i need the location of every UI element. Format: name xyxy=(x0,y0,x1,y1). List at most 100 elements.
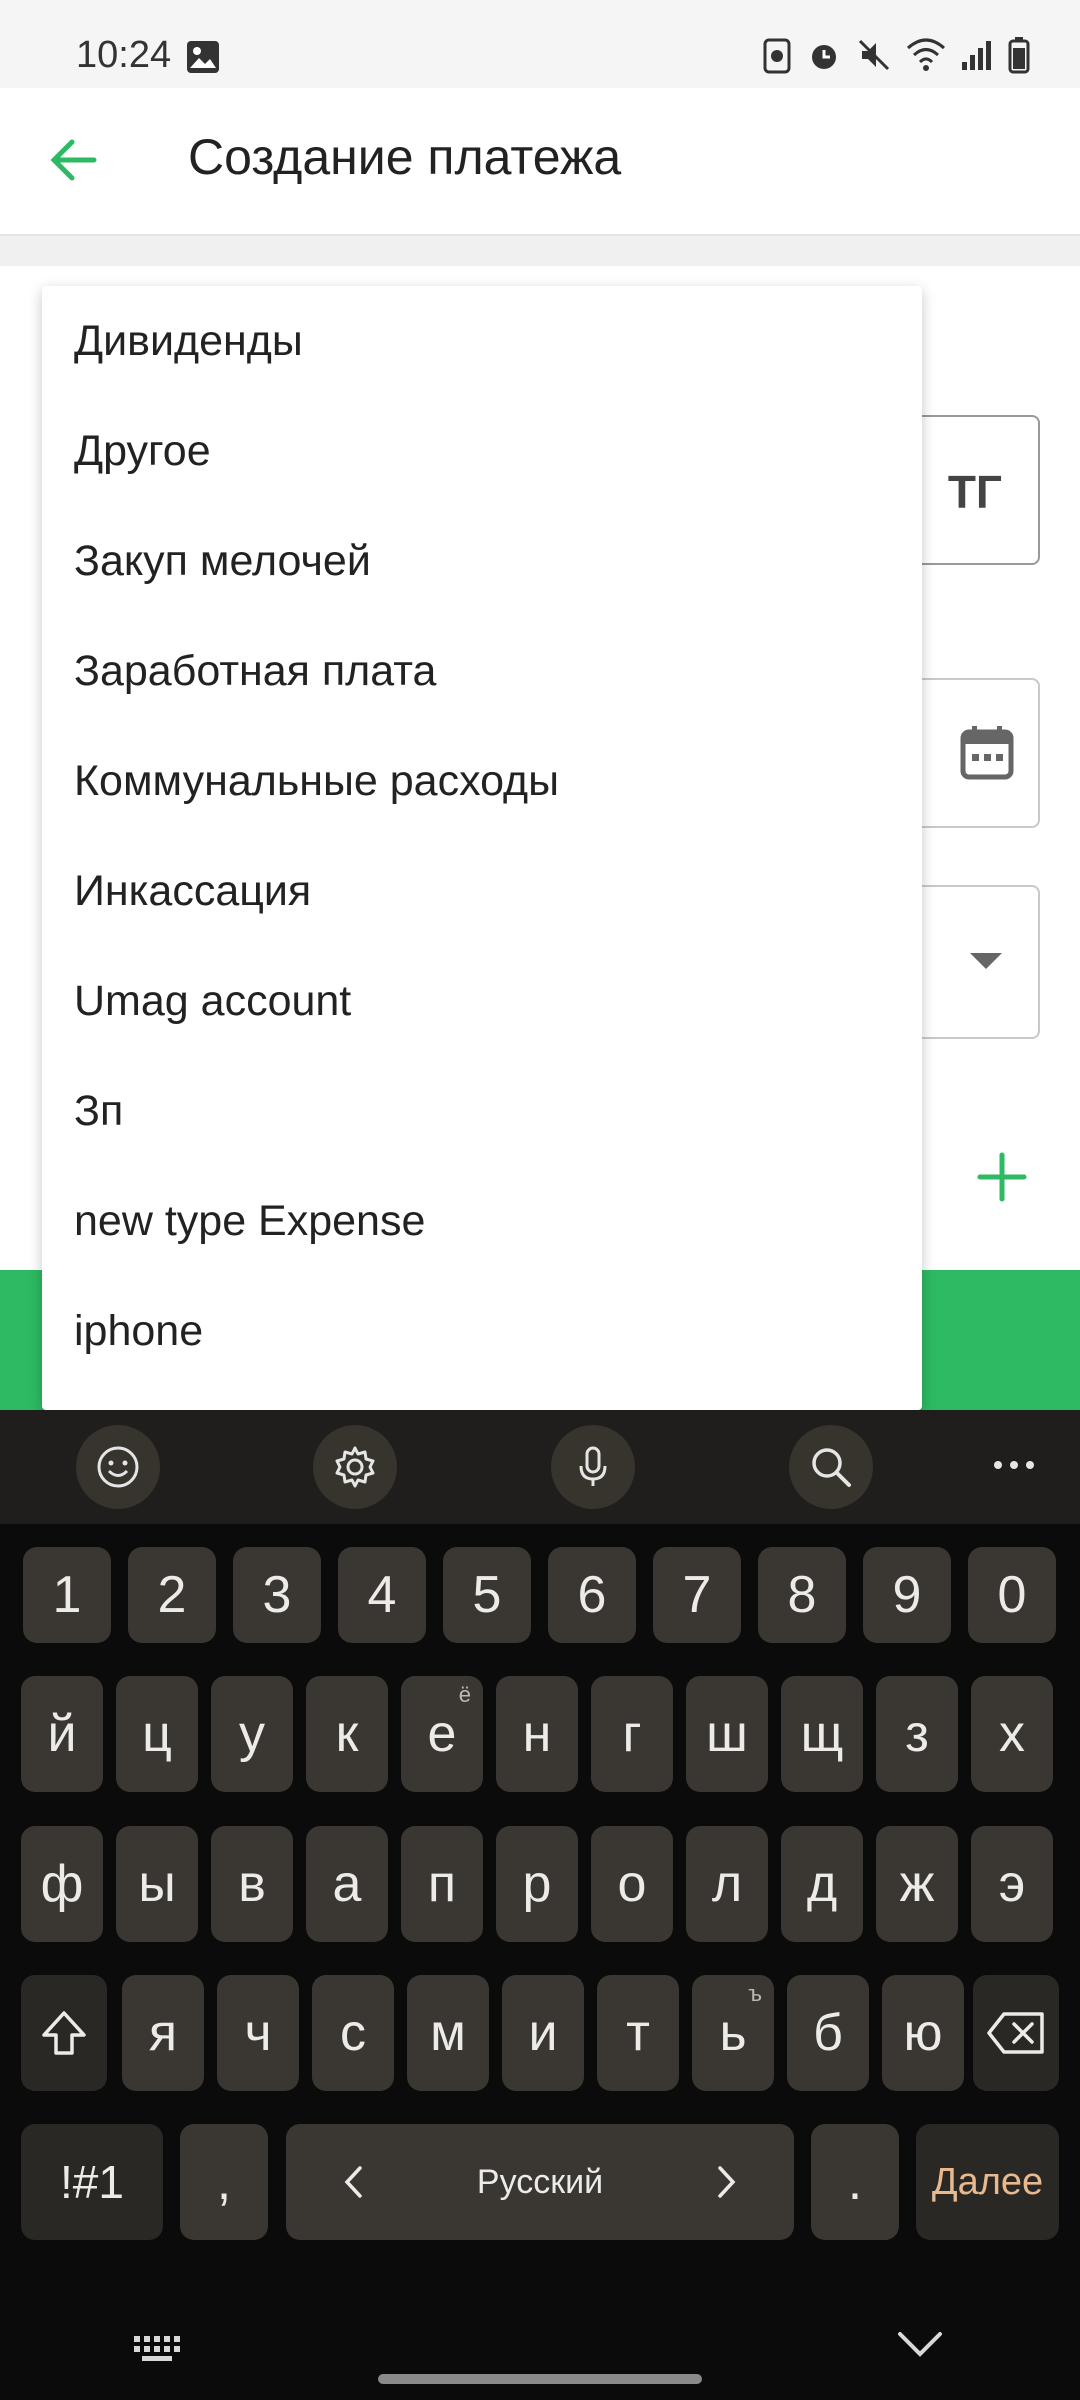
key-з[interactable]: з xyxy=(876,1676,958,1792)
more-horizontal-icon xyxy=(994,1461,1034,1469)
chevron-right-icon xyxy=(718,2166,736,2198)
key-6[interactable]: 6 xyxy=(548,1547,636,1643)
key-7[interactable]: 7 xyxy=(653,1547,741,1643)
navigation-bar xyxy=(0,2300,1080,2400)
key-е[interactable]: её xyxy=(401,1676,483,1792)
mute-icon xyxy=(858,39,890,71)
key-о[interactable]: о xyxy=(591,1826,673,1942)
key-х[interactable]: х xyxy=(971,1676,1053,1792)
key-ш[interactable]: ш xyxy=(686,1676,768,1792)
back-button[interactable] xyxy=(44,130,104,190)
key-8[interactable]: 8 xyxy=(758,1547,846,1643)
symbols-key[interactable]: !#1 xyxy=(21,2124,163,2240)
divider-strip xyxy=(0,236,1080,266)
key-ч[interactable]: ч xyxy=(217,1975,299,2091)
key-к[interactable]: к xyxy=(306,1676,388,1792)
menu-item-other[interactable]: Другое xyxy=(42,396,922,506)
settings-button[interactable] xyxy=(313,1425,397,1509)
add-button[interactable] xyxy=(972,1147,1032,1207)
dropdown-menu: Дивиденды Другое Закуп мелочей Заработна… xyxy=(42,286,922,1410)
page-title: Создание платежа xyxy=(188,129,622,185)
key-б[interactable]: б xyxy=(787,1975,869,2091)
keyboard: 1 2 3 4 5 6 7 8 9 0 й ц у к её н г ш щ з… xyxy=(0,1410,1080,2400)
key-т[interactable]: т xyxy=(597,1975,679,2091)
key-г[interactable]: г xyxy=(591,1676,673,1792)
enter-key[interactable]: Далее xyxy=(916,2124,1059,2240)
key-д[interactable]: д xyxy=(781,1826,863,1942)
arrow-left-icon xyxy=(50,139,97,181)
plus-icon xyxy=(977,1152,1027,1202)
key-ц[interactable]: ц xyxy=(116,1676,198,1792)
battery-icon xyxy=(1008,37,1030,74)
battery-saver-icon xyxy=(763,38,791,74)
key-0[interactable]: 0 xyxy=(968,1547,1056,1643)
key-ь-alt: ъ xyxy=(748,1981,762,2006)
menu-item-zp[interactable]: Зп xyxy=(42,1056,922,1166)
currency-label: ТГ xyxy=(947,466,1002,518)
keyboard-switch-icon[interactable] xyxy=(132,2330,182,2366)
status-time: 10:24 xyxy=(76,34,172,76)
microphone-icon xyxy=(579,1446,607,1486)
key-и[interactable]: и xyxy=(502,1975,584,2091)
menu-item-utilities[interactable]: Коммунальные расходы xyxy=(42,726,922,836)
key-3[interactable]: 3 xyxy=(233,1547,321,1643)
emoji-button[interactable] xyxy=(76,1425,160,1509)
backspace-icon xyxy=(987,2012,1044,2054)
key-е-alt: ё xyxy=(458,1682,471,1707)
key-ь[interactable]: ьъ xyxy=(692,1975,774,2091)
key-л[interactable]: л xyxy=(686,1826,768,1942)
comma-key[interactable]: , xyxy=(180,2124,268,2240)
status-icons xyxy=(762,36,1030,74)
key-1[interactable]: 1 xyxy=(23,1547,111,1643)
key-ф[interactable]: ф xyxy=(21,1826,103,1942)
hide-keyboard-icon[interactable] xyxy=(896,2328,944,2360)
key-э[interactable]: э xyxy=(971,1826,1053,1942)
emoji-icon xyxy=(97,1446,139,1488)
gear-icon xyxy=(335,1446,375,1488)
menu-item-iphone[interactable]: iphone xyxy=(42,1276,922,1386)
key-м[interactable]: м xyxy=(407,1975,489,2091)
gallery-icon xyxy=(186,40,220,79)
key-н[interactable]: н xyxy=(496,1676,578,1792)
key-с[interactable]: с xyxy=(312,1975,394,2091)
key-я[interactable]: я xyxy=(122,1975,204,2091)
key-р[interactable]: р xyxy=(496,1826,578,1942)
home-indicator[interactable] xyxy=(378,2374,702,2384)
space-key[interactable]: Русский xyxy=(286,2124,794,2240)
status-bar: 10:24 xyxy=(0,0,1080,88)
menu-item-new-type-expense[interactable]: new type Expense xyxy=(42,1166,922,1276)
key-у[interactable]: у xyxy=(211,1676,293,1792)
menu-item-small-purchases[interactable]: Закуп мелочей xyxy=(42,506,922,616)
shift-icon xyxy=(42,2011,86,2055)
wifi-icon xyxy=(907,38,945,71)
search-icon xyxy=(812,1448,851,1487)
key-щ[interactable]: щ xyxy=(781,1676,863,1792)
keyboard-toolbar xyxy=(0,1410,1080,1524)
calendar-icon[interactable] xyxy=(960,724,1014,780)
key-а[interactable]: а xyxy=(306,1826,388,1942)
key-4[interactable]: 4 xyxy=(338,1547,426,1643)
menu-item-dividends[interactable]: Дивиденды xyxy=(42,286,922,396)
chevron-down-icon xyxy=(970,953,1002,969)
backspace-key[interactable] xyxy=(973,1975,1059,2091)
key-п[interactable]: п xyxy=(401,1826,483,1942)
key-5[interactable]: 5 xyxy=(443,1547,531,1643)
shift-key[interactable] xyxy=(21,1975,107,2091)
more-options-button[interactable] xyxy=(990,1445,1038,1490)
alarm-icon xyxy=(812,45,836,69)
menu-item-umag-account[interactable]: Umag account xyxy=(42,946,922,1056)
space-language-label: Русский xyxy=(476,2162,604,2201)
key-2[interactable]: 2 xyxy=(128,1547,216,1643)
key-9[interactable]: 9 xyxy=(863,1547,951,1643)
period-key[interactable]: . xyxy=(811,2124,899,2240)
key-ж[interactable]: ж xyxy=(876,1826,958,1942)
voice-input-button[interactable] xyxy=(551,1425,635,1509)
key-ю[interactable]: ю xyxy=(882,1975,964,2091)
key-в[interactable]: в xyxy=(211,1826,293,1942)
menu-item-salary[interactable]: Заработная плата xyxy=(42,616,922,726)
search-button[interactable] xyxy=(789,1425,873,1509)
menu-item-encashment[interactable]: Инкассация xyxy=(42,836,922,946)
key-й[interactable]: й xyxy=(21,1676,103,1792)
key-ы[interactable]: ы xyxy=(116,1826,198,1942)
app-header: Создание платежа xyxy=(0,88,1080,236)
